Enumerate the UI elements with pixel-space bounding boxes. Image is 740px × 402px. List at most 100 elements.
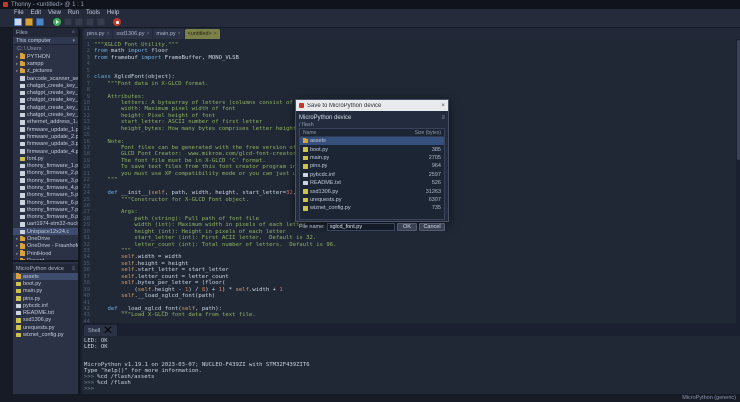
device-file-list[interactable]: assets boot.py main.py pins.py pybcdc.in…: [13, 273, 78, 339]
tree-item[interactable]: Recent: [13, 257, 78, 262]
dialog-file-row[interactable]: ssd1306.py 31263: [300, 187, 444, 195]
tree-item[interactable]: firmware_update_4.pn: [13, 148, 78, 155]
step-into-button[interactable]: [86, 18, 94, 26]
ok-button[interactable]: OK: [397, 223, 417, 231]
code-line: height_bytes: How many bytes comprises l…: [94, 126, 296, 132]
tree-item[interactable]: thonny_firmware_1.pn: [13, 162, 78, 169]
dialog-file-row[interactable]: pybcdc.inf 2597: [300, 171, 444, 179]
tree-item[interactable]: thonny_firmware_6.pn: [13, 199, 78, 206]
save-file-button[interactable]: [36, 18, 44, 26]
editor-scrollbar[interactable]: [736, 39, 740, 323]
tree-item[interactable]: chatgpt_create_key_5.p: [13, 111, 78, 118]
device-file-item[interactable]: wiznet_config.py: [13, 331, 78, 338]
tree-item[interactable]: PYTHON: [13, 53, 78, 60]
tree-item[interactable]: PrintHood: [13, 250, 78, 257]
menu-item[interactable]: View: [48, 10, 61, 16]
tree-item[interactable]: thonny_firmware_2.pn: [13, 170, 78, 177]
tree-item[interactable]: xampp: [13, 60, 78, 67]
menu-item[interactable]: File: [14, 10, 24, 16]
tree-item[interactable]: OneDrive: [13, 235, 78, 242]
menu-item[interactable]: Help: [107, 10, 119, 16]
device-file-item[interactable]: urequests.py: [13, 324, 78, 331]
tree-item[interactable]: chatgpt_create_key_1.p: [13, 82, 78, 89]
tree-item[interactable]: thonny_firmware_7.pn: [13, 206, 78, 213]
editor-tab[interactable]: main.py ×: [153, 29, 183, 39]
storage-selector[interactable]: This computer ▾: [13, 37, 78, 45]
step-out-button[interactable]: [97, 18, 105, 26]
device-file-item[interactable]: boot.py: [13, 280, 78, 287]
menu-bar: File Edit View Run Tools Help: [0, 9, 740, 17]
tree-item[interactable]: Unispace12x24.c: [13, 228, 78, 235]
tree-item[interactable]: font.py: [13, 155, 78, 162]
file-name: PrintHood: [27, 251, 51, 257]
run-button[interactable]: [53, 18, 61, 26]
tree-item[interactable]: chatgpt_create_key_2.p: [13, 89, 78, 96]
shell-prompt: >>>: [84, 386, 94, 392]
dialog-file-row[interactable]: urequests.py 6307: [300, 196, 444, 204]
device-file-item[interactable]: assets: [13, 273, 78, 280]
tab-close-icon[interactable]: ×: [147, 31, 150, 37]
dialog-close-icon[interactable]: ×: [441, 102, 445, 109]
editor-tab[interactable]: pins.py ×: [84, 29, 112, 39]
tree-item[interactable]: thonny_firmware_4.pn: [13, 184, 78, 191]
tree-item[interactable]: thonny_firmware_3.pn: [13, 177, 78, 184]
dialog-menu-icon[interactable]: ≡: [441, 115, 445, 121]
files-tree[interactable]: PYTHON xampp z_pictures barcode_scanner_…: [13, 53, 78, 262]
tree-item[interactable]: OneDrive - Fraunhofer: [13, 243, 78, 250]
device-file-item[interactable]: README.txt: [13, 309, 78, 316]
shell-output[interactable]: LED: OK LED: OK MicroPython v1.19.1 on 2…: [82, 336, 740, 394]
file-name: OneDrive - Fraunhofer: [27, 243, 78, 249]
tree-item[interactable]: chatgpt_create_key_3.p: [13, 97, 78, 104]
stop-button[interactable]: [113, 18, 121, 26]
column-size[interactable]: Size (bytes): [415, 130, 441, 136]
tab-close-icon[interactable]: ×: [214, 31, 217, 37]
close-panel-icon[interactable]: ×: [71, 30, 75, 36]
step-over-button[interactable]: [75, 18, 83, 26]
open-file-button[interactable]: [25, 18, 33, 26]
dialog-file-row[interactable]: assets: [300, 137, 444, 145]
device-file-item[interactable]: ssd1306.py: [13, 317, 78, 324]
file-name: xampp: [27, 61, 44, 67]
tree-item[interactable]: thonny_firmware_8.pn: [13, 214, 78, 221]
dialog-file-row[interactable]: boot.py 385: [300, 145, 444, 153]
panel-menu-icon[interactable]: ≡: [71, 266, 75, 272]
tree-item[interactable]: firmware_update_3.pn: [13, 141, 78, 148]
menu-item[interactable]: Run: [68, 10, 79, 16]
file-name: barcode_scanner_set_: [27, 76, 78, 82]
scrollbar-thumb[interactable]: [737, 40, 740, 160]
editor-tab[interactable]: ssd1306.py ×: [113, 29, 152, 39]
menu-item[interactable]: Tools: [86, 10, 100, 16]
files-path-breadcrumb[interactable]: C: \ Users: [13, 45, 78, 53]
storage-selector-label: This computer: [16, 38, 51, 44]
debug-button[interactable]: [64, 18, 72, 26]
dialog-file-list[interactable]: Name Size (bytes) assets boot.py 385: [299, 128, 445, 220]
dialog-file-row[interactable]: pins.py 964: [300, 162, 444, 170]
tree-item[interactable]: firmware_update_2.pn: [13, 133, 78, 140]
menu-item[interactable]: Edit: [31, 10, 41, 16]
device-file-item[interactable]: pins.py: [13, 295, 78, 302]
tree-item[interactable]: thonny_firmware_5.pn: [13, 192, 78, 199]
tab-close-icon[interactable]: ×: [178, 31, 181, 37]
tree-item[interactable]: uart1974-stm32-nucle: [13, 221, 78, 228]
file-name: thonny_firmware_8.pn: [27, 214, 78, 220]
backend-status[interactable]: MicroPython (generic): [682, 395, 736, 401]
tree-item[interactable]: z_pictures: [13, 68, 78, 75]
new-file-button[interactable]: [14, 18, 22, 26]
tree-item[interactable]: chatgpt_create_key_4.p: [13, 104, 78, 111]
file-name: README.txt: [310, 180, 341, 186]
dialog-file-row[interactable]: README.txt 526: [300, 179, 444, 187]
tab-close-icon[interactable]: ×: [106, 31, 109, 37]
editor-tab[interactable]: <untitled> ×: [185, 29, 220, 39]
tree-item[interactable]: ethernet_address_1.pn: [13, 119, 78, 126]
device-file-item[interactable]: pybcdc.inf: [13, 302, 78, 309]
column-name[interactable]: Name: [303, 130, 316, 136]
device-file-item[interactable]: main.py: [13, 288, 78, 295]
file-icon: [16, 311, 21, 316]
dialog-file-row[interactable]: wiznet_config.py 735: [300, 204, 444, 212]
cancel-button[interactable]: Cancel: [419, 223, 445, 231]
tree-item[interactable]: barcode_scanner_set_: [13, 75, 78, 82]
tree-item[interactable]: firmware_update_1.pn: [13, 126, 78, 133]
dialog-file-row[interactable]: main.py 2705: [300, 154, 444, 162]
file-name-input[interactable]: [327, 223, 395, 231]
shell-tab[interactable]: Shell ×: [84, 325, 117, 336]
